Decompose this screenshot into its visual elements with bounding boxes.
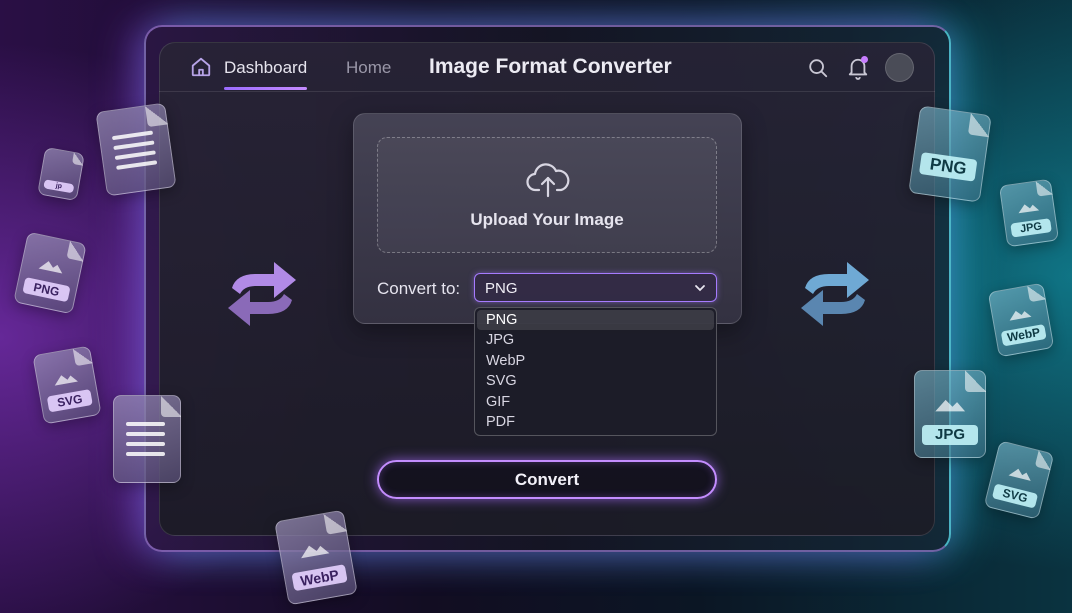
format-option-gif[interactable]: GIF [477,392,714,412]
file-tag: jp [43,178,75,193]
format-option-svg[interactable]: SVG [477,371,714,391]
format-option-jpg[interactable]: JPG [477,330,714,350]
jpg-file-icon: JPG [998,178,1060,248]
format-select-value: PNG [485,280,518,297]
nav-home[interactable]: Home [346,58,391,88]
webp-file-icon: WebP [274,509,358,606]
page-title: Image Format Converter [429,55,672,78]
convert-arrows-icon [228,262,296,326]
file-tag: JPG [1010,217,1052,238]
nav-dashboard[interactable]: Dashboard [224,58,308,90]
webp-file-icon: WebP [987,282,1055,358]
format-option-pdf[interactable]: PDF [477,412,714,432]
file-tag: SVG [46,389,94,414]
search-icon[interactable] [807,57,829,79]
avatar[interactable] [885,53,914,82]
convert-arrows-icon [801,262,869,326]
home-icon[interactable] [190,56,212,78]
convert-to-label: Convert to: [377,279,461,298]
notification-dot [861,56,868,63]
svg-file-icon: SVG [32,345,102,425]
format-dropdown-menu: PNG JPG WebP SVG GIF PDF [474,307,717,436]
file-tag: WebP [291,564,348,592]
upload-label: Upload Your Image [470,210,624,229]
file-tag: PNG [22,277,71,303]
chevron-down-icon [695,285,705,292]
format-option-webp[interactable]: WebP [477,351,714,371]
format-select[interactable]: PNG [474,273,717,302]
format-option-png[interactable]: PNG [477,310,714,331]
svg-file-icon: SVG [983,440,1055,520]
image-file-icon: jp [37,146,85,202]
cloud-upload-icon [526,163,570,198]
file-tag: PNG [918,152,978,182]
jpg-file-icon: JPG [914,370,986,458]
file-tag: WebP [1001,324,1047,347]
file-tag: JPG [922,424,978,445]
png-file-icon: PNG [908,105,992,203]
png-file-icon: PNG [13,231,87,315]
convert-button[interactable]: Convert [377,460,717,499]
top-bar: Dashboard Home Image Format Converter [159,42,935,92]
document-file-icon [95,102,177,197]
file-tag: SVG [992,483,1038,509]
document-file-icon [113,395,181,483]
upload-dropzone[interactable]: Upload Your Image [377,137,717,253]
